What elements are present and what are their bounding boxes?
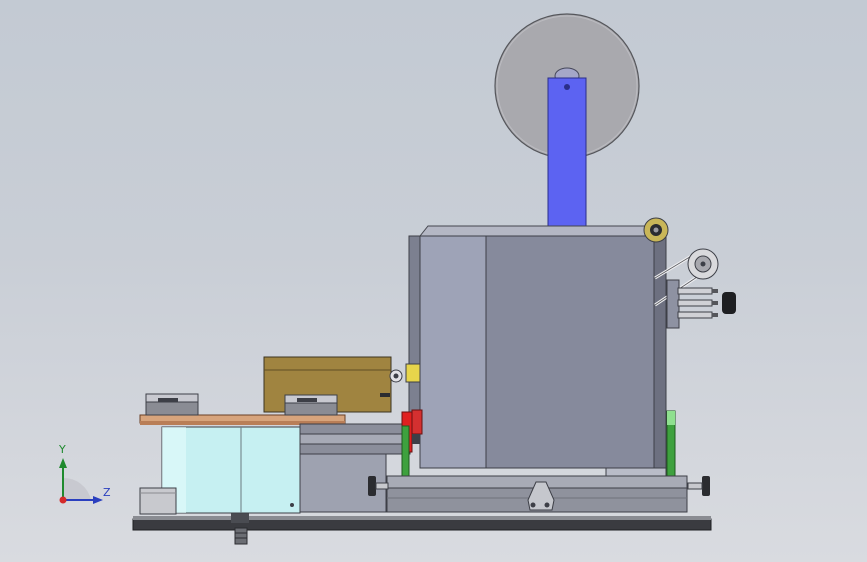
pulley-assembly — [654, 248, 736, 329]
triad-origin — [59, 496, 67, 504]
cad-viewport[interactable]: Y Z — [0, 0, 867, 562]
adjust-knob-right — [687, 476, 710, 496]
guide-right — [666, 410, 676, 486]
axis-triad — [59, 458, 103, 504]
machine-model — [59, 13, 736, 545]
y-axis-arrow — [59, 458, 67, 468]
guide-left — [401, 425, 410, 485]
sensor-post — [380, 393, 390, 397]
lower-slide — [386, 475, 688, 513]
main-cabinet — [408, 225, 667, 477]
side-block — [139, 487, 177, 515]
z-axis-label: Z — [103, 486, 111, 499]
base-cylinder — [161, 426, 301, 514]
base-plate — [132, 516, 712, 531]
guide-roller — [643, 217, 669, 243]
z-axis-arrow — [93, 496, 103, 504]
clamp-right — [284, 394, 338, 416]
y-axis-label: Y — [59, 443, 66, 456]
triad-quadrant — [63, 477, 91, 500]
clamp-left — [145, 393, 199, 416]
